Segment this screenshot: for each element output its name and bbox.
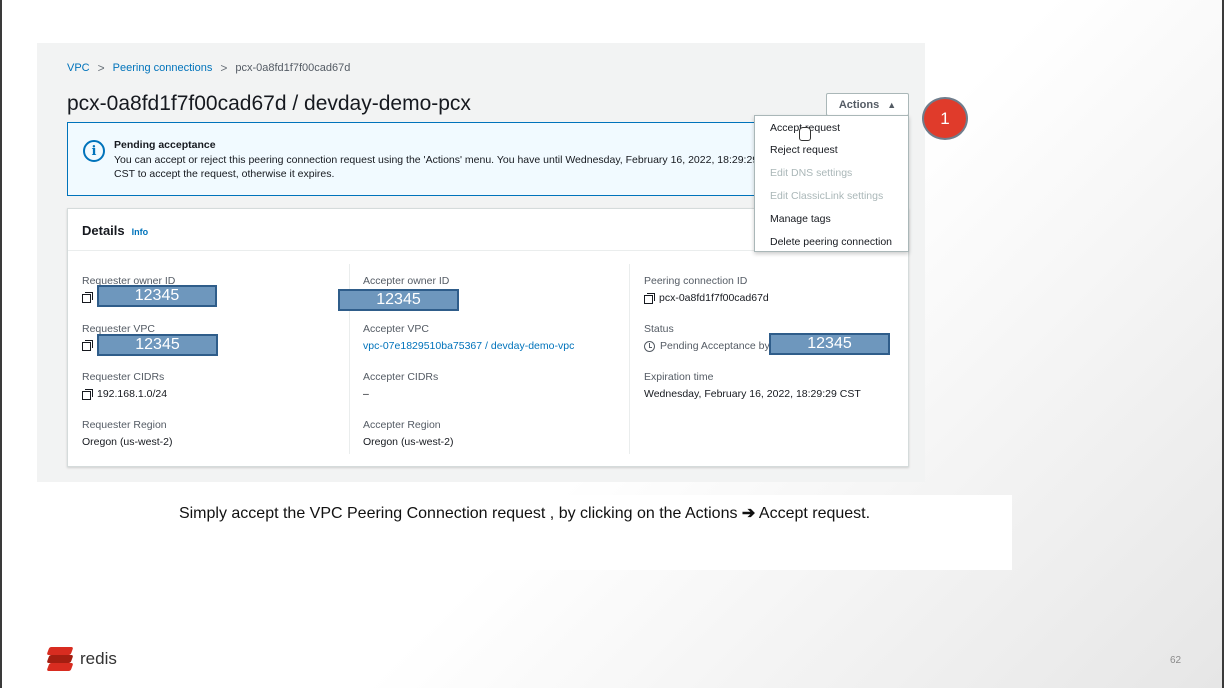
menu-item-reject-request[interactable]: Reject request xyxy=(770,144,838,156)
requester-cidrs-label: Requester CIDRs xyxy=(82,371,165,383)
peering-connection-id-value: pcx-0a8fd1f7f00cad67d xyxy=(659,292,769,304)
info-icon: i xyxy=(83,140,105,162)
alert-text: You can accept or reject this peering co… xyxy=(114,154,759,180)
redis-cube-icon xyxy=(46,647,74,671)
breadcrumb-vpc-link[interactable]: VPC xyxy=(67,62,90,74)
redis-brand-text: redis xyxy=(80,649,117,668)
right-arrow-icon: ➔ xyxy=(741,505,756,522)
breadcrumb-separator: > xyxy=(97,61,105,75)
redacted-requester-vpc: 12345 xyxy=(97,334,218,356)
redacted-requester-owner-id: 12345 xyxy=(97,285,217,307)
hand-cursor-icon xyxy=(799,127,811,141)
accepter-owner-id-label: Accepter owner ID xyxy=(363,275,450,287)
accepter-region-label: Accepter Region xyxy=(363,419,441,431)
accepter-region-value: Oregon (us-west-2) xyxy=(363,436,454,448)
info-link[interactable]: Info xyxy=(132,227,149,237)
accepter-vpc-link[interactable]: vpc-07e1829510ba75367 / devday-demo-vpc xyxy=(363,340,574,352)
requester-region-field: Requester Region Oregon (us-west-2) xyxy=(82,419,172,448)
caption-text: Simply accept the VPC Peering Connection… xyxy=(37,503,1012,523)
actions-dropdown-menu: Accept request Reject request Edit DNS s… xyxy=(754,115,909,252)
page-title: pcx-0a8fd1f7f00cad67d / devday-demo-pcx xyxy=(67,92,471,115)
expiration-time-label: Expiration time xyxy=(644,371,714,383)
caption-box: Simply accept the VPC Peering Connection… xyxy=(37,495,1012,570)
redis-logo: redis xyxy=(46,647,117,671)
menu-item-edit-classiclink-settings: Edit ClassicLink settings xyxy=(770,190,884,202)
slide-border-left xyxy=(0,0,2,688)
copy-icon[interactable] xyxy=(82,389,93,400)
requester-cidrs-field: Requester CIDRs 192.168.1.0/24 xyxy=(82,371,167,400)
menu-item-manage-tags[interactable]: Manage tags xyxy=(770,213,831,225)
expiration-time-value: Wednesday, February 16, 2022, 18:29:29 C… xyxy=(644,388,861,400)
caption-after: Accept request. xyxy=(758,505,871,522)
details-title: Details xyxy=(82,223,125,238)
accepter-vpc-field: Accepter VPC vpc-07e1829510ba75367 / dev… xyxy=(363,323,574,352)
redacted-accepter-owner-id: 12345 xyxy=(338,289,459,311)
caret-up-icon: ▲ xyxy=(887,99,897,110)
accepter-vpc-label: Accepter VPC xyxy=(363,323,429,335)
menu-item-edit-dns-settings: Edit DNS settings xyxy=(770,167,853,179)
requester-cidrs-value: 192.168.1.0/24 xyxy=(97,388,168,400)
step-number-badge: 1 xyxy=(922,97,968,140)
status-label: Status xyxy=(644,323,674,335)
copy-icon[interactable] xyxy=(82,292,93,303)
caption-before: Simply accept the VPC Peering Connection… xyxy=(178,505,738,522)
clock-icon xyxy=(644,340,655,352)
alert-title: Pending acceptance xyxy=(114,139,216,151)
expiration-time-field: Expiration time Wednesday, February 16, … xyxy=(644,371,861,400)
accepter-cidrs-value: – xyxy=(363,388,369,400)
breadcrumb-separator: > xyxy=(220,61,228,75)
actions-button[interactable]: Actions ▲ xyxy=(826,93,909,116)
accepter-region-field: Accepter Region Oregon (us-west-2) xyxy=(363,419,453,448)
peering-connection-id-label: Peering connection ID xyxy=(644,275,748,287)
details-header: Details Info xyxy=(82,223,148,238)
copy-icon[interactable] xyxy=(644,293,655,304)
console-screenshot: VPC > Peering connections > pcx-0a8fd1f7… xyxy=(37,43,925,482)
peering-connection-id-field: Peering connection ID pcx-0a8fd1f7f00cad… xyxy=(644,275,769,304)
status-value: Pending Acceptance by xyxy=(660,340,770,352)
accepter-cidrs-field: Accepter CIDRs – xyxy=(363,371,438,400)
menu-item-delete-peering-connection[interactable]: Delete peering connection xyxy=(770,236,892,248)
breadcrumb-peering-connections-link[interactable]: Peering connections xyxy=(113,62,213,74)
status-field: Status Pending Acceptance by xyxy=(644,323,770,352)
copy-icon[interactable] xyxy=(82,340,93,351)
redacted-status-owner: 12345 xyxy=(769,333,890,355)
requester-region-label: Requester Region xyxy=(82,419,167,431)
breadcrumb: VPC > Peering connections > pcx-0a8fd1f7… xyxy=(67,61,350,75)
requester-region-value: Oregon (us-west-2) xyxy=(82,436,173,448)
breadcrumb-current: pcx-0a8fd1f7f00cad67d xyxy=(235,62,351,74)
actions-button-label: Actions xyxy=(838,98,880,111)
accepter-cidrs-label: Accepter CIDRs xyxy=(363,371,439,383)
column-divider xyxy=(629,264,630,454)
page-number: 62 xyxy=(1170,655,1182,666)
